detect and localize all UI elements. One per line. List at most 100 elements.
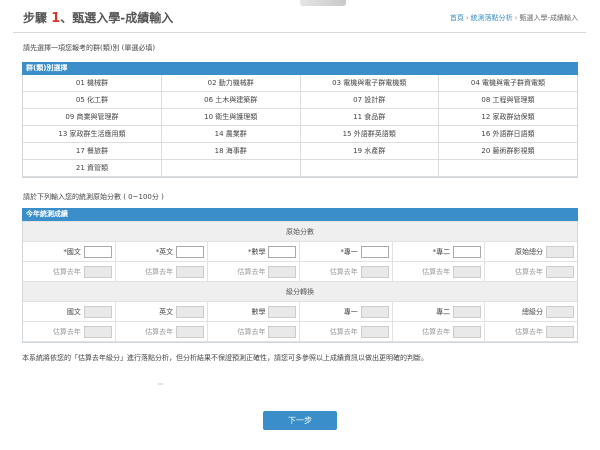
level-total-cell: 總級分 <box>484 301 577 322</box>
step-number: 1 <box>51 11 61 26</box>
group-option[interactable]: 06 土木與建築群 <box>161 91 301 109</box>
estimate-label: 估算去年 <box>145 327 174 336</box>
group-option[interactable]: 01 機械群 <box>23 75 162 92</box>
level-english-cell: 英文 <box>114 301 209 322</box>
level-estimate-cell: 估算去年 <box>207 321 301 342</box>
raw-math-cell: *數學 <box>207 241 301 262</box>
group-option[interactable]: 04 電機與電子群資電類 <box>438 75 577 92</box>
group-option[interactable]: 07 設計群 <box>299 91 439 109</box>
estimate-english-field <box>176 265 205 278</box>
group-empty-cell <box>438 159 577 177</box>
group-panel: 群(類)別選擇 01 機械群 02 動力機械群 03 電機與電子群電機類 04 … <box>22 62 578 178</box>
estimate-label: 估算去年 <box>515 267 543 276</box>
level-math-label: 數學 <box>251 307 266 316</box>
raw-total-field <box>546 245 574 258</box>
estimate-cell: 估算去年 <box>484 261 577 282</box>
estimate-label: 估算去年 <box>145 267 174 276</box>
raw-math-label: *數學 <box>247 247 266 256</box>
page-title: 步驟 1、甄選入學-成績輸入 <box>23 9 173 26</box>
raw-chinese-input[interactable] <box>83 245 112 258</box>
breadcrumb-separator: › <box>465 14 469 22</box>
raw-major2-input[interactable] <box>453 245 482 258</box>
estimate-cell: 估算去年 <box>114 261 209 282</box>
level-math-field <box>268 305 297 318</box>
next-step-button[interactable]: 下一步 <box>263 411 337 430</box>
group-panel-title: 群(類)別選擇 <box>22 62 578 75</box>
estimate-label: 估算去年 <box>515 327 543 336</box>
estimate-label: 估算去年 <box>237 267 266 276</box>
group-option[interactable]: 08 工程與管理類 <box>438 91 577 109</box>
score-hint: 請於下列輸入您的統測原始分數 ( 0~100分 ) <box>23 193 164 201</box>
group-empty-cell <box>299 159 439 177</box>
group-option[interactable]: 05 化工群 <box>23 91 162 109</box>
estimate-chinese-field <box>83 265 112 278</box>
level-estimate-cell: 估算去年 <box>299 321 393 342</box>
level-estimate-cell: 估算去年 <box>391 321 486 342</box>
raw-chinese-label: *國文 <box>63 247 81 256</box>
level-chinese-field <box>83 305 112 318</box>
breadcrumb-separator: › <box>514 14 518 22</box>
level-estimate-cell: 估算去年 <box>23 321 116 342</box>
level-estimate-total-field <box>546 325 574 338</box>
score-panel-title: 今年統測成績 <box>22 208 578 221</box>
raw-major2-cell: *專二 <box>391 241 486 262</box>
estimate-label: 估算去年 <box>52 327 81 336</box>
group-option[interactable]: 03 電機與電子群電機類 <box>299 75 439 92</box>
raw-english-cell: *英文 <box>114 241 209 262</box>
level-major2-field <box>453 305 482 318</box>
group-table: 01 機械群 02 動力機械群 03 電機與電子群電機類 04 電機與電子群資電… <box>23 75 577 177</box>
level-estimate-english-field <box>176 325 205 338</box>
raw-major1-label: *專一 <box>340 247 358 256</box>
score-table: 原始分數 *國文 *英文 *數學 *專一 *專二 原始總分 估算去年 估算去年 … <box>23 221 577 342</box>
group-option[interactable]: 17 餐旅群 <box>23 142 162 160</box>
group-option[interactable]: 09 商業與管理群 <box>23 108 162 126</box>
raw-total-label: 原始總分 <box>515 247 543 256</box>
level-major2-cell: 專二 <box>391 301 486 322</box>
group-option[interactable]: 10 衛生與護理類 <box>161 108 301 126</box>
level-estimate-cell: 估算去年 <box>114 321 209 342</box>
raw-chinese-cell: *國文 <box>23 241 116 262</box>
raw-major1-cell: *專一 <box>299 241 393 262</box>
group-option[interactable]: 16 外語群日語類 <box>438 125 577 143</box>
raw-major2-label: *專二 <box>432 247 451 256</box>
group-option[interactable]: 15 外語群英語類 <box>299 125 439 143</box>
estimate-label: 估算去年 <box>52 267 81 276</box>
breadcrumb-home[interactable]: 首頁 <box>450 14 464 22</box>
breadcrumb-analysis[interactable]: 統測落點分析 <box>471 14 513 22</box>
estimate-math-field <box>268 265 297 278</box>
level-estimate-chinese-field <box>83 325 112 338</box>
raw-major1-input[interactable] <box>360 245 389 258</box>
level-total-field <box>546 305 574 318</box>
disclaimer-note: 本系統將依您的「估算去年級分」進行落點分析，但分析結果不保證預測正確性，請您可多… <box>22 354 428 362</box>
estimate-major2-field <box>453 265 482 278</box>
estimate-cell: 估算去年 <box>299 261 393 282</box>
level-heading: 級分轉換 <box>23 281 577 302</box>
group-option[interactable]: 20 藝術群影視類 <box>438 142 577 160</box>
decorative-mark <box>158 383 163 385</box>
estimate-label: 估算去年 <box>329 327 358 336</box>
level-estimate-math-field <box>268 325 297 338</box>
raw-total-cell: 原始總分 <box>484 241 577 262</box>
group-option[interactable]: 02 動力機械群 <box>161 75 301 92</box>
estimate-label: 估算去年 <box>237 327 266 336</box>
group-option[interactable]: 18 海事群 <box>161 142 301 160</box>
group-hint: 請先選擇一項您報考的群(類)別 (單選必填) <box>23 44 156 52</box>
group-option[interactable]: 14 農業群 <box>161 125 301 143</box>
level-english-label: 英文 <box>159 307 174 316</box>
estimate-cell: 估算去年 <box>207 261 301 282</box>
level-major1-label: 專一 <box>343 307 358 316</box>
group-option[interactable]: 13 家政群生活應用類 <box>23 125 162 143</box>
group-option[interactable]: 11 食品群 <box>299 108 439 126</box>
raw-math-input[interactable] <box>268 245 297 258</box>
group-option[interactable]: 12 家政群幼保類 <box>438 108 577 126</box>
title-text: 、甄選入學-成績輸入 <box>60 11 174 25</box>
level-estimate-major2-field <box>453 325 482 338</box>
group-option[interactable]: 19 水產群 <box>299 142 439 160</box>
level-major1-field <box>360 305 389 318</box>
raw-english-input[interactable] <box>176 245 205 258</box>
estimate-label: 估算去年 <box>422 267 451 276</box>
breadcrumb-current: 甄選入學-成績輸入 <box>519 14 578 22</box>
raw-score-heading: 原始分數 <box>23 221 577 242</box>
group-option[interactable]: 21 資管類 <box>23 159 162 177</box>
level-chinese-cell: 國文 <box>23 301 116 322</box>
